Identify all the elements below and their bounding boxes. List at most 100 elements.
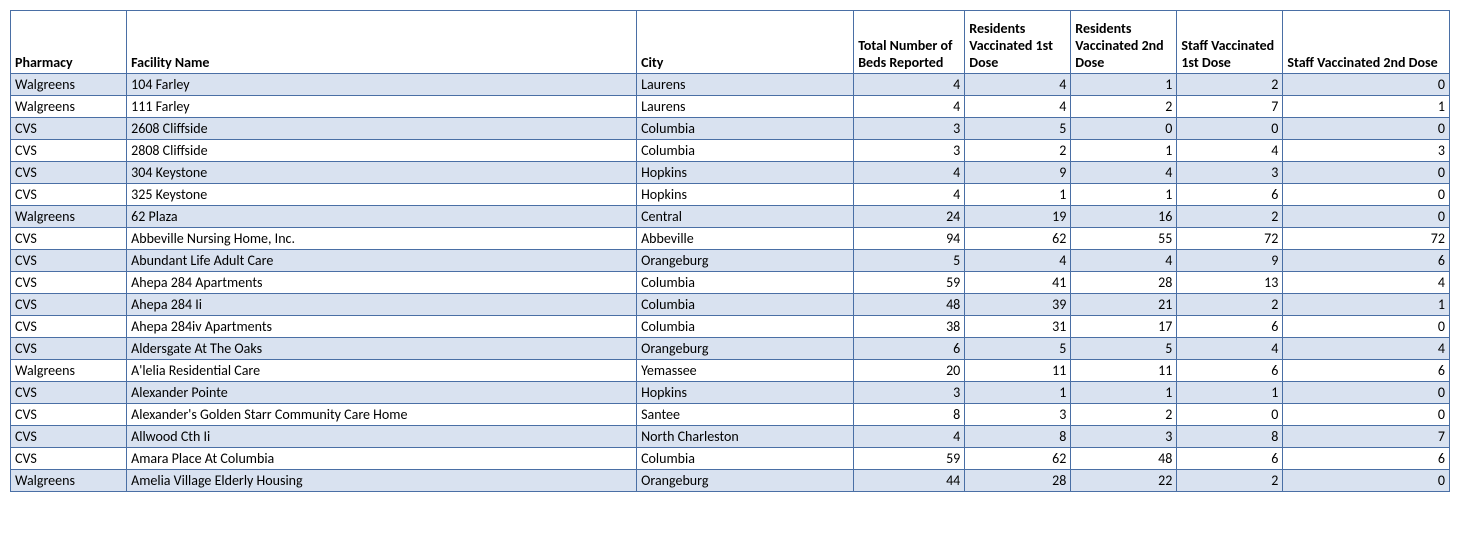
cell-staff-1st: 6 [1177, 448, 1283, 470]
cell-beds: 4 [854, 162, 965, 184]
cell-beds: 4 [854, 74, 965, 96]
cell-city: Abbeville [637, 228, 854, 250]
cell-city: Laurens [637, 74, 854, 96]
cell-beds: 3 [854, 118, 965, 140]
cell-pharmacy: CVS [11, 162, 127, 184]
header-pharmacy: Pharmacy [11, 11, 127, 74]
cell-city: Yemassee [637, 360, 854, 382]
table-row: CVSAmara Place At ColumbiaColumbia596248… [11, 448, 1450, 470]
header-residents-2nd: Residents Vaccinated 2nd Dose [1071, 11, 1177, 74]
cell-beds: 4 [854, 96, 965, 118]
table-body: Walgreens104 FarleyLaurens44120Walgreens… [11, 74, 1450, 492]
cell-pharmacy: Walgreens [11, 96, 127, 118]
cell-beds: 4 [854, 426, 965, 448]
cell-residents-1st: 4 [965, 74, 1071, 96]
cell-facility: Alexander Pointe [127, 382, 637, 404]
cell-pharmacy: CVS [11, 184, 127, 206]
cell-city: Laurens [637, 96, 854, 118]
header-staff-1st: Staff Vaccinated 1st Dose [1177, 11, 1283, 74]
cell-city: Hopkins [637, 184, 854, 206]
cell-staff-2nd: 7 [1283, 426, 1450, 448]
cell-facility: Amara Place At Columbia [127, 448, 637, 470]
cell-staff-2nd: 6 [1283, 250, 1450, 272]
cell-staff-1st: 3 [1177, 162, 1283, 184]
cell-staff-2nd: 0 [1283, 316, 1450, 338]
cell-staff-2nd: 0 [1283, 118, 1450, 140]
cell-city: Hopkins [637, 382, 854, 404]
cell-residents-1st: 62 [965, 228, 1071, 250]
table-row: WalgreensAmelia Village Elderly HousingO… [11, 470, 1450, 492]
cell-staff-2nd: 0 [1283, 184, 1450, 206]
cell-residents-2nd: 0 [1071, 118, 1177, 140]
cell-staff-1st: 1 [1177, 382, 1283, 404]
cell-residents-1st: 4 [965, 250, 1071, 272]
table-row: Walgreens104 FarleyLaurens44120 [11, 74, 1450, 96]
cell-staff-1st: 6 [1177, 360, 1283, 382]
cell-facility: 325 Keystone [127, 184, 637, 206]
cell-city: Columbia [637, 448, 854, 470]
cell-facility: Ahepa 284 Ii [127, 294, 637, 316]
cell-residents-2nd: 1 [1071, 184, 1177, 206]
cell-staff-2nd: 0 [1283, 206, 1450, 228]
cell-residents-1st: 4 [965, 96, 1071, 118]
cell-pharmacy: CVS [11, 404, 127, 426]
cell-residents-2nd: 4 [1071, 250, 1177, 272]
cell-pharmacy: Walgreens [11, 470, 127, 492]
cell-residents-2nd: 28 [1071, 272, 1177, 294]
cell-facility: Abundant Life Adult Care [127, 250, 637, 272]
cell-residents-2nd: 3 [1071, 426, 1177, 448]
cell-facility: 2608 Cliffside [127, 118, 637, 140]
cell-residents-1st: 28 [965, 470, 1071, 492]
cell-city: Orangeburg [637, 250, 854, 272]
cell-residents-1st: 19 [965, 206, 1071, 228]
cell-pharmacy: CVS [11, 448, 127, 470]
cell-beds: 6 [854, 338, 965, 360]
cell-pharmacy: CVS [11, 382, 127, 404]
cell-residents-1st: 2 [965, 140, 1071, 162]
cell-beds: 44 [854, 470, 965, 492]
cell-facility: Aldersgate At The Oaks [127, 338, 637, 360]
cell-facility: 62 Plaza [127, 206, 637, 228]
table-row: CVSAlexander's Golden Starr Community Ca… [11, 404, 1450, 426]
cell-staff-2nd: 3 [1283, 140, 1450, 162]
cell-beds: 38 [854, 316, 965, 338]
cell-city: Columbia [637, 294, 854, 316]
cell-staff-2nd: 1 [1283, 294, 1450, 316]
cell-facility: 111 Farley [127, 96, 637, 118]
cell-residents-2nd: 17 [1071, 316, 1177, 338]
table-row: Walgreens111 FarleyLaurens44271 [11, 96, 1450, 118]
table-row: WalgreensA'lelia Residential CareYemasse… [11, 360, 1450, 382]
cell-city: Orangeburg [637, 338, 854, 360]
cell-beds: 3 [854, 140, 965, 162]
cell-city: Orangeburg [637, 470, 854, 492]
cell-residents-2nd: 4 [1071, 162, 1177, 184]
cell-staff-2nd: 0 [1283, 74, 1450, 96]
cell-facility: Ahepa 284iv Apartments [127, 316, 637, 338]
table-row: CVSAldersgate At The OaksOrangeburg65544 [11, 338, 1450, 360]
cell-staff-1st: 0 [1177, 118, 1283, 140]
cell-staff-2nd: 0 [1283, 162, 1450, 184]
cell-facility: 2808 Cliffside [127, 140, 637, 162]
cell-pharmacy: CVS [11, 228, 127, 250]
cell-staff-2nd: 4 [1283, 272, 1450, 294]
cell-pharmacy: CVS [11, 118, 127, 140]
cell-residents-2nd: 1 [1071, 382, 1177, 404]
cell-staff-1st: 7 [1177, 96, 1283, 118]
cell-staff-1st: 9 [1177, 250, 1283, 272]
cell-facility: 304 Keystone [127, 162, 637, 184]
cell-city: North Charleston [637, 426, 854, 448]
cell-beds: 4 [854, 184, 965, 206]
cell-residents-2nd: 1 [1071, 140, 1177, 162]
table-row: CVSAlexander PointeHopkins31110 [11, 382, 1450, 404]
cell-pharmacy: Walgreens [11, 360, 127, 382]
cell-residents-2nd: 55 [1071, 228, 1177, 250]
cell-staff-1st: 72 [1177, 228, 1283, 250]
table-row: CVSAhepa 284iv ApartmentsColumbia3831176… [11, 316, 1450, 338]
cell-staff-2nd: 1 [1283, 96, 1450, 118]
cell-staff-1st: 2 [1177, 294, 1283, 316]
cell-staff-1st: 2 [1177, 206, 1283, 228]
table-header-row: Pharmacy Facility Name City Total Number… [11, 11, 1450, 74]
header-staff-2nd: Staff Vaccinated 2nd Dose [1283, 11, 1450, 74]
table-row: CVSAbundant Life Adult CareOrangeburg544… [11, 250, 1450, 272]
table-row: CVSAbbeville Nursing Home, Inc.Abbeville… [11, 228, 1450, 250]
